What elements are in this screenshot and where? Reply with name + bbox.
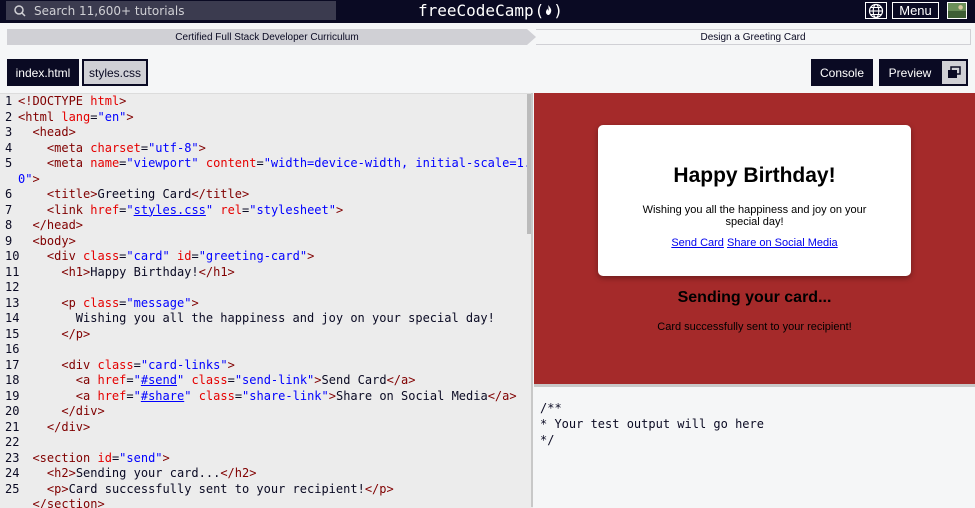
section-text: Card successfully sent to your recipient… xyxy=(657,321,852,333)
line-number: 17 xyxy=(5,357,20,372)
globe-icon xyxy=(868,3,884,18)
code-line: <p>Card successfully sent to your recipi… xyxy=(46,481,394,496)
breadcrumb-curriculum[interactable]: Certified Full Stack Developer Curriculu… xyxy=(7,29,527,45)
flame-icon: () xyxy=(534,1,563,20)
code-line: Wishing you all the happiness and joy on… xyxy=(18,311,495,325)
code-line: <body> xyxy=(32,233,76,248)
code-line: <div class="card-links"> xyxy=(61,357,235,372)
code-line: <head> xyxy=(32,125,76,139)
line-number: 20 xyxy=(5,404,20,418)
code-line: <meta name="viewport" content="width=dev… xyxy=(46,156,532,170)
breadcrumb: Certified Full Stack Developer Curriculu… xyxy=(7,29,971,45)
search-bar[interactable]: Search 11,600+ tutorials xyxy=(6,1,336,20)
preview-button[interactable]: Preview xyxy=(879,59,941,86)
code-line: <html lang="en"> xyxy=(18,109,134,124)
line-number: 8 xyxy=(5,218,13,232)
line-number: 21 xyxy=(5,419,20,434)
console-button[interactable]: Console xyxy=(811,59,873,86)
line-number: 13 xyxy=(5,295,20,310)
console-line: */ xyxy=(540,433,555,447)
menu-button[interactable]: Menu xyxy=(892,2,939,19)
line-number: 10 xyxy=(5,249,20,263)
code-line: <a href="#send" class="send-link">Send C… xyxy=(75,373,416,387)
share-link[interactable]: Share on Social Media xyxy=(727,237,838,249)
top-nav: Search 11,600+ tutorials freeCodeCamp ()… xyxy=(0,0,975,23)
line-number: 16 xyxy=(5,342,20,356)
line-number: 22 xyxy=(5,435,20,449)
code-line: <!DOCTYPE html> xyxy=(18,94,127,108)
avatar[interactable] xyxy=(947,2,967,19)
card-links: Send Card Share on Social Media xyxy=(598,237,911,249)
line-number: 2 xyxy=(5,109,13,124)
code-line: </div> xyxy=(61,404,105,418)
code-line: <section id="send"> xyxy=(32,450,170,465)
code-line: <a href="#share" class="share-link">Shar… xyxy=(75,388,517,403)
line-number: 11 xyxy=(5,264,20,279)
code-editor[interactable]: 1 <!DOCTYPE html> 2 <html lang="en"> 3 <he… xyxy=(0,93,533,508)
code-line: 0"> xyxy=(18,171,40,186)
preview-pane: Happy Birthday! Wishing you all the happ… xyxy=(534,93,975,384)
test-output-console: /** * Your test output will go here */ xyxy=(534,387,975,507)
pane-splitter[interactable] xyxy=(531,93,533,507)
search-input[interactable]: Search 11,600+ tutorials xyxy=(34,4,184,18)
code-line: <h2>Sending your card...</h2> xyxy=(46,466,257,480)
code-line: </p> xyxy=(61,326,91,341)
breadcrumb-arrow-icon xyxy=(527,29,536,45)
line-number: 4 xyxy=(5,140,13,155)
breadcrumb-lesson[interactable]: Design a Greeting Card xyxy=(536,29,971,45)
code-line: <meta charset="utf-8"> xyxy=(46,140,206,155)
console-line: * Your test output will go here xyxy=(540,417,764,431)
section-heading: Sending your card... xyxy=(677,289,832,306)
line-number: 9 xyxy=(5,233,13,248)
line-number: 19 xyxy=(5,388,20,403)
console-line: /** xyxy=(540,401,562,415)
tab-index-html[interactable]: index.html xyxy=(7,59,79,86)
avatar-image-icon xyxy=(948,3,966,18)
line-number: 6 xyxy=(5,187,13,201)
line-number: 1 xyxy=(5,94,13,108)
popout-icon xyxy=(948,66,961,78)
code-line: <title>Greeting Card</title> xyxy=(46,187,250,201)
code-line: </div> xyxy=(46,419,91,434)
code-line: </head> xyxy=(32,218,84,232)
code-line: </section> xyxy=(32,497,105,508)
line-number: 23 xyxy=(5,450,20,465)
code-line: <div class="card" id="greeting-card"> xyxy=(46,249,315,263)
line-number: 5 xyxy=(5,156,13,170)
language-button[interactable] xyxy=(865,2,887,19)
card-title: Happy Birthday! xyxy=(673,164,836,187)
line-number: 12 xyxy=(5,280,20,294)
preview-popout-button[interactable] xyxy=(940,59,968,86)
code-line: <p class="message"> xyxy=(61,295,199,310)
card-message: Wishing you all the happiness and joy on… xyxy=(642,204,867,228)
greeting-card: Happy Birthday! Wishing you all the happ… xyxy=(598,125,911,276)
code-line: <h1>Happy Birthday!</h1> xyxy=(61,264,235,279)
line-number: 18 xyxy=(5,373,20,387)
line-number: 14 xyxy=(5,311,20,325)
tab-styles-css[interactable]: styles.css xyxy=(82,59,148,86)
logo[interactable]: freeCodeCamp () xyxy=(418,1,563,21)
line-number: 7 xyxy=(5,202,13,217)
line-number: 25 xyxy=(5,481,20,496)
code-line: <link href="styles.css" rel="stylesheet"… xyxy=(46,202,344,217)
line-number: 3 xyxy=(5,125,13,139)
send-card-link[interactable]: Send Card xyxy=(671,237,724,249)
line-number: 24 xyxy=(5,466,20,480)
logo-text: freeCodeCamp xyxy=(418,1,534,20)
line-number: 15 xyxy=(5,326,20,341)
search-icon xyxy=(14,4,26,17)
